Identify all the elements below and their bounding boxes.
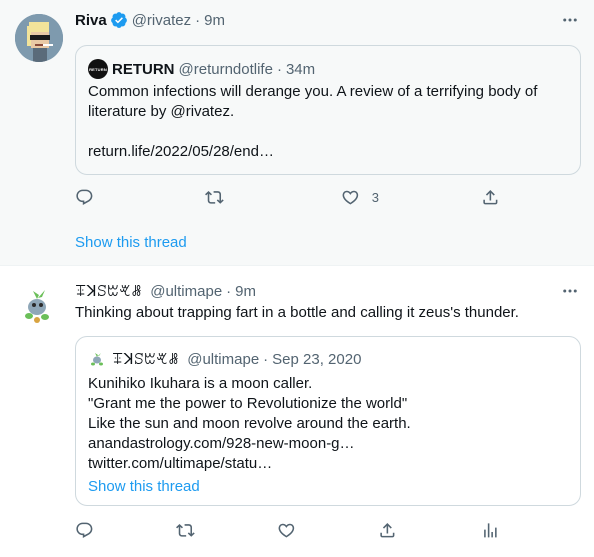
- avatar-ultimape[interactable]: [15, 280, 63, 328]
- quoted-link[interactable]: anandastrology.com/928-new-moon-g…: [88, 434, 411, 454]
- quoted-tweet-return[interactable]: RETURN RETURN @returndotlife · 34m Commo…: [75, 45, 581, 175]
- more-options-icon[interactable]: [560, 281, 580, 301]
- quoted-link[interactable]: return.life/2022/05/28/end…: [88, 142, 537, 162]
- reply-icon: [76, 189, 93, 205]
- quoted-avatar: [88, 349, 108, 369]
- reply-button[interactable]: [75, 188, 94, 207]
- reply-button[interactable]: [75, 521, 94, 540]
- quoted-timestamp: Sep 23, 2020: [272, 350, 362, 368]
- quoted-author-name: ꔊꓘꕶꔱꕩꗡ: [112, 350, 180, 368]
- quoted-text-line: Like the sun and moon revolve around the…: [88, 415, 411, 432]
- analytics-button[interactable]: [481, 521, 500, 540]
- show-thread-link[interactable]: Show this thread: [75, 234, 187, 251]
- quoted-author-handle: @returndotlife: [178, 60, 273, 78]
- quoted-link[interactable]: twitter.com/ultimape/statu…: [88, 454, 411, 474]
- author-name[interactable]: Riva: [75, 12, 107, 29]
- quoted-tweet-text: Kunihiko Ikuhara is a moon caller. "Gran…: [88, 374, 411, 474]
- tweet-actions: [75, 521, 505, 541]
- more-options-icon[interactable]: [560, 10, 580, 30]
- quoted-text-line: "Grant me the power to Revolutionize the…: [88, 395, 408, 412]
- quoted-text-line: Common infections will derange you. A re…: [88, 83, 538, 100]
- retweet-button[interactable]: [176, 521, 195, 540]
- timestamp[interactable]: 9m: [204, 12, 225, 29]
- quoted-author-handle: @ultimape: [187, 350, 260, 368]
- retweet-button[interactable]: [205, 188, 224, 207]
- return-logo-avatar: RETURN: [88, 59, 108, 79]
- retweet-icon: [176, 524, 195, 537]
- share-icon: [380, 523, 395, 538]
- like-button[interactable]: 3: [341, 188, 379, 207]
- author-name[interactable]: ꔊꓘꕶꔱꕩꗡ: [75, 282, 142, 300]
- avatar-riva[interactable]: [15, 14, 63, 62]
- heart-icon: [278, 523, 295, 538]
- quoted-text-line: Kunihiko Ikuhara is a moon caller.: [88, 375, 313, 392]
- tweet-actions: 3: [75, 188, 505, 208]
- quoted-tweet-text: Common infections will derange you. A re…: [88, 82, 537, 162]
- heart-icon: [342, 190, 359, 205]
- share-button[interactable]: [481, 188, 500, 207]
- share-icon: [483, 190, 498, 205]
- author-handle[interactable]: @rivatez: [132, 12, 191, 29]
- separator: ·: [195, 11, 201, 29]
- verified-badge-icon: [110, 11, 128, 29]
- share-button[interactable]: [378, 521, 397, 540]
- retweet-icon: [205, 191, 224, 204]
- analytics-icon: [484, 523, 497, 538]
- quoted-author-name: RETURN: [112, 60, 175, 78]
- quoted-tweet-ultimape[interactable]: ꔊꓘꕶꔱꕩꗡ @ultimape · Sep 23, 2020 Kunihiko…: [75, 336, 581, 506]
- quoted-text-line: [88, 122, 537, 142]
- reply-icon: [76, 522, 93, 538]
- like-button[interactable]: [277, 521, 296, 540]
- author-handle[interactable]: @ultimape: [150, 283, 222, 300]
- like-count: 3: [371, 189, 379, 205]
- return-logo-text: RETURN: [89, 66, 107, 72]
- timestamp[interactable]: 9m: [235, 283, 256, 300]
- separator: ·: [276, 60, 282, 78]
- show-thread-link[interactable]: Show this thread: [88, 478, 200, 495]
- tweet-riva[interactable]: Riva @rivatez · 9m RETURN RETURN @return…: [0, 0, 594, 266]
- quoted-timestamp: 34m: [285, 60, 316, 78]
- quoted-text-line: literature by @rivatez.: [88, 103, 235, 120]
- separator: ·: [226, 282, 232, 300]
- separator: ·: [263, 350, 269, 368]
- tweet-text: Thinking about trapping fart in a bottle…: [75, 304, 519, 321]
